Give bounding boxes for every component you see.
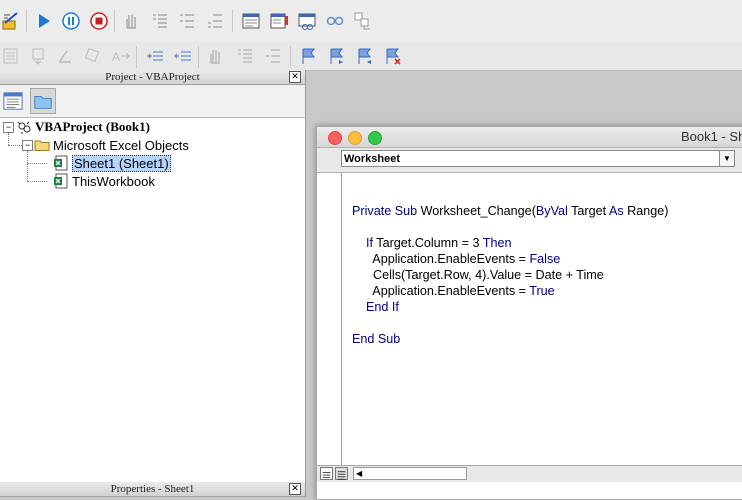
properties-pane-title: Properties - Sheet1 ✕ <box>0 482 305 497</box>
folder-icon <box>34 137 50 153</box>
list-constants-icon[interactable] <box>28 45 50 67</box>
code-keyword: Private Sub <box>352 204 421 218</box>
standard-toolbar <box>0 0 742 43</box>
next-bookmark-icon[interactable] <box>326 45 348 67</box>
list-properties-icon[interactable] <box>0 45 22 67</box>
code-window-bottom-bar: ◀ <box>317 465 742 482</box>
properties-pane-close-button[interactable]: ✕ <box>289 483 301 495</box>
hand-icon[interactable] <box>120 10 142 32</box>
tree-folder-label: Microsoft Excel Objects <box>53 137 189 153</box>
code-combo-bar: Worksheet ▼ <box>317 148 742 173</box>
edit-toolbar: A <box>0 42 742 71</box>
view-code-icon[interactable] <box>0 88 26 114</box>
code-line[interactable]: End Sub <box>352 331 668 347</box>
project-explorer-pane: Project - VBAProject ✕ − VBAProject (Boo… <box>0 70 306 497</box>
object-dropdown-value: Worksheet <box>344 153 401 165</box>
code-text: Worksheet_Change( <box>420 204 536 218</box>
close-window-button[interactable] <box>328 131 342 145</box>
step-over-icon[interactable] <box>176 10 198 32</box>
scroll-left-arrow-icon[interactable]: ◀ <box>356 468 362 479</box>
code-text: Target <box>567 204 609 218</box>
root-expander[interactable]: − <box>3 122 14 133</box>
code-margin <box>317 173 342 465</box>
properties-window-icon[interactable] <box>268 10 290 32</box>
code-text: Application.EnableEvents = <box>352 252 530 266</box>
properties-pane-title-text: Properties - Sheet1 <box>110 483 195 495</box>
object-browser-icon[interactable] <box>240 10 262 32</box>
code-line[interactable]: End If <box>352 299 668 315</box>
code-keyword: ByVal <box>535 204 568 218</box>
tree-item-thisworkbook-label: ThisWorkbook <box>72 173 155 189</box>
code-window: Book1 - Sh Worksheet ▼ Private Sub Works… <box>316 126 742 500</box>
locals-icon[interactable] <box>352 10 374 32</box>
stop-icon[interactable] <box>88 10 110 32</box>
dropdown-arrow-icon[interactable]: ▼ <box>719 151 734 166</box>
code-window-titlebar: Book1 - Sh <box>317 127 742 148</box>
code-text: Cells(Target.Row, 4).Value = Date + Time <box>352 268 604 282</box>
zoom-window-button[interactable] <box>368 131 382 145</box>
code-keyword: False <box>529 252 561 266</box>
vbaproject-icon <box>16 119 32 135</box>
code-line[interactable] <box>352 315 668 331</box>
uncomment-block-icon[interactable] <box>262 45 284 67</box>
code-keyword: End Sub <box>352 332 401 346</box>
pause-icon[interactable] <box>60 10 82 32</box>
project-pane-title-text: Project - VBAProject <box>105 71 200 83</box>
step-out-icon[interactable] <box>204 10 226 32</box>
indent-icon[interactable] <box>144 45 166 67</box>
code-keyword: True <box>529 284 555 298</box>
toggle-folders-icon[interactable] <box>30 88 56 114</box>
tree-item-thisworkbook[interactable]: ThisWorkbook <box>53 172 155 190</box>
object-dropdown[interactable]: Worksheet ▼ <box>341 150 735 167</box>
code-keyword: As <box>608 204 624 218</box>
quick-info-icon[interactable] <box>54 45 76 67</box>
full-module-view-button[interactable] <box>335 467 348 480</box>
clear-bookmarks-icon[interactable] <box>382 45 404 67</box>
code-line[interactable]: Private Sub Worksheet_Change(ByVal Targe… <box>352 203 668 219</box>
code-line[interactable]: Application.EnableEvents = True <box>352 283 668 299</box>
comment-block-icon[interactable] <box>234 45 256 67</box>
tree-root-vbaproject[interactable]: VBAProject (Book1) <box>16 118 150 136</box>
project-pane-title: Project - VBAProject ✕ <box>0 70 305 85</box>
toggle-breakpoint-icon[interactable] <box>204 45 226 67</box>
project-tree: − VBAProject (Book1) − Microsoft Excel O… <box>0 118 305 478</box>
step-into-icon[interactable] <box>149 10 171 32</box>
project-explorer-icon[interactable] <box>296 10 318 32</box>
code-line[interactable]: Application.EnableEvents = False <box>352 251 668 267</box>
code-line[interactable] <box>352 219 668 235</box>
horizontal-scrollbar[interactable]: ◀ <box>353 467 467 480</box>
tree-item-sheet1[interactable]: Sheet1 (Sheet1) <box>53 154 171 172</box>
code-text: Application.EnableEvents = <box>352 284 530 298</box>
project-pane-close-button[interactable]: ✕ <box>289 71 301 83</box>
procedure-view-button[interactable] <box>320 467 333 480</box>
svg-text:A: A <box>112 50 120 64</box>
tree-root-label: VBAProject (Book1) <box>35 119 150 134</box>
excel-workbook-icon <box>53 173 69 189</box>
previous-bookmark-icon[interactable] <box>354 45 376 67</box>
code-window-title: Book1 - Sh <box>681 129 742 144</box>
run-icon[interactable] <box>33 10 55 32</box>
outdent-icon[interactable] <box>172 45 194 67</box>
complete-word-icon[interactable]: A <box>110 45 132 67</box>
code-line[interactable]: If Target.Column = 3 Then <box>352 235 668 251</box>
tree-folder-excel-objects[interactable]: Microsoft Excel Objects <box>34 136 189 154</box>
code-text: Target.Column = 3 <box>373 236 483 250</box>
code-line[interactable]: Cells(Target.Row, 4).Value = Date + Time <box>352 267 668 283</box>
design-mode-icon[interactable] <box>0 10 22 32</box>
code-keyword: End If <box>352 300 399 314</box>
code-keyword: Then <box>482 236 512 250</box>
excel-sheet-icon <box>53 155 69 171</box>
code-editor[interactable]: Private Sub Worksheet_Change(ByVal Targe… <box>352 203 668 347</box>
project-toolbar <box>0 85 305 118</box>
code-text: Range) <box>623 204 669 218</box>
tree-item-sheet1-label: Sheet1 (Sheet1) <box>72 154 171 172</box>
parameter-info-icon[interactable] <box>82 45 104 67</box>
code-keyword: If <box>352 236 373 250</box>
watch-icon[interactable] <box>324 10 346 32</box>
minimize-window-button[interactable] <box>348 131 362 145</box>
folder-expander[interactable]: − <box>22 140 33 151</box>
toggle-bookmark-icon[interactable] <box>298 45 320 67</box>
